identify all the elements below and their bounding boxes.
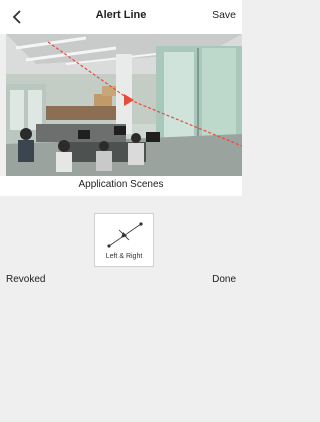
application-scenes-label: Application Scenes xyxy=(78,179,164,190)
revoked-button[interactable]: Revoked xyxy=(6,274,45,285)
scene-left-right[interactable]: Left & Right xyxy=(94,213,154,267)
page-title: Alert Line xyxy=(95,9,147,21)
back-button[interactable] xyxy=(6,6,28,28)
save-button[interactable]: Save xyxy=(212,9,236,21)
scene-left-right-label: Left & Right xyxy=(105,253,143,260)
chevron-left-icon xyxy=(12,10,21,24)
header-bar: Alert Line Save xyxy=(0,0,242,34)
direction-line-icon xyxy=(107,222,143,248)
done-button[interactable]: Done xyxy=(212,274,236,285)
camera-preview[interactable] xyxy=(6,34,242,176)
camera-feed-image xyxy=(6,34,242,176)
application-scenes-bar: Application Scenes xyxy=(0,176,242,196)
